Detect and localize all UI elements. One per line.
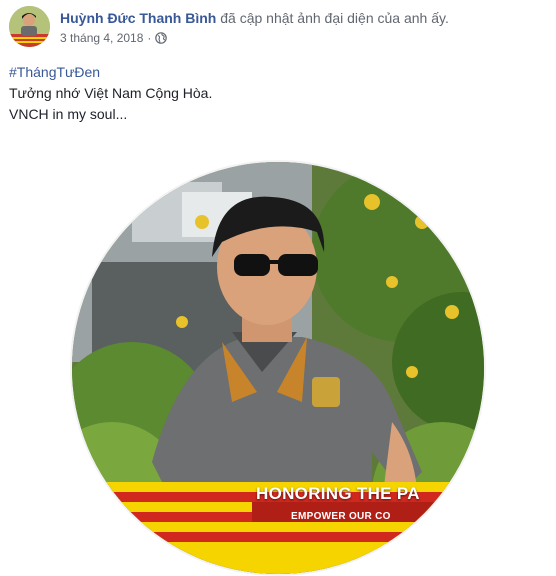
hashtag-link[interactable]: #ThángTưĐen — [9, 62, 212, 83]
globe-icon[interactable] — [155, 32, 168, 44]
post-header: Huỳnh Đức Thanh Bình đã cập nhật ảnh đại… — [60, 10, 449, 26]
profile-photo-image — [72, 162, 484, 574]
post-text-line: Tưởng nhớ Việt Nam Cộng Hòa. — [9, 85, 213, 101]
photo-banner-title: HONORING THE PA — [256, 484, 420, 503]
post-body: #ThángTưĐen Tưởng nhớ Việt Nam Cộng Hòa.… — [9, 62, 212, 125]
post-meta: 3 tháng 4, 2018 · — [60, 31, 168, 45]
post-text-line: VNCH in my soul... — [9, 106, 128, 122]
profile-photo[interactable] — [70, 160, 486, 576]
post-card: Huỳnh Đức Thanh Bình đã cập nhật ảnh đại… — [0, 0, 556, 576]
photo-banner-subtitle: EMPOWER OUR CO — [291, 511, 391, 522]
post-timestamp[interactable]: 3 tháng 4, 2018 — [60, 31, 143, 45]
author-avatar[interactable] — [9, 6, 50, 47]
author-name-link[interactable]: Huỳnh Đức Thanh Bình — [60, 10, 216, 26]
post-action-text: đã cập nhật ảnh đại diện của anh ấy. — [220, 10, 449, 26]
